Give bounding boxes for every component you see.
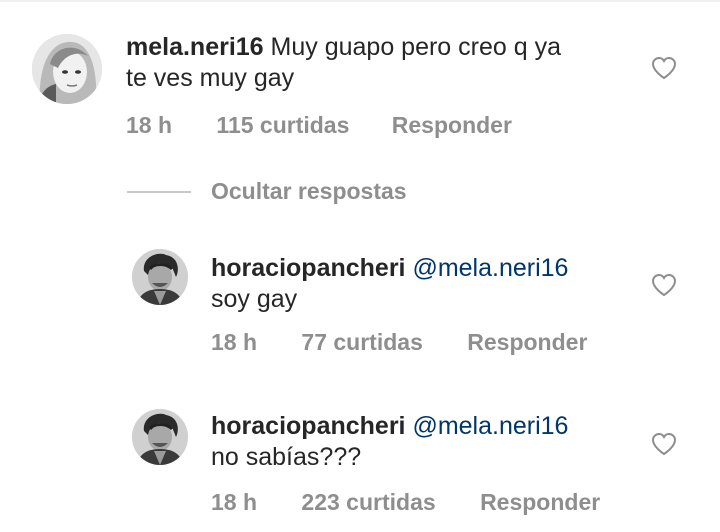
avatar[interactable] [132,249,188,305]
heart-outline-icon[interactable] [651,56,677,80]
comment-meta: 18 h 115 curtidas Responder [126,112,512,139]
reply-meta: 18 h 77 curtidas Responder [211,329,587,356]
reply-username[interactable]: horaciopancheri [211,254,406,282]
heart-outline-icon[interactable] [651,432,677,456]
reply-item: horaciopancheri @mela.neri16 no sabías??… [0,390,720,532]
comment-likes-link[interactable]: 115 curtidas [216,112,349,139]
mention-link[interactable]: @mela.neri16 [412,254,568,282]
reply-body: soy gay [211,285,298,313]
reply-button[interactable]: Responder [480,489,600,516]
reply-time: 18 h [211,489,258,515]
man-avatar-image [132,249,188,305]
comment-item: mela.neri16 Muy guapo pero creo q ya te … [0,0,720,160]
avatar[interactable] [132,409,188,465]
woman-avatar-image [32,34,102,104]
reply-username[interactable]: horaciopancheri [211,412,406,440]
reply-meta: 18 h 223 curtidas Responder [211,489,600,516]
hide-replies-button[interactable]: Ocultar respostas [211,178,407,205]
comment-username[interactable]: mela.neri16 [126,33,264,61]
reply-time: 18 h [211,329,258,355]
reply-likes-link[interactable]: 223 curtidas [301,489,435,516]
reply-text: horaciopancheri @mela.neri16 no sabías??… [211,411,631,473]
reply-button[interactable]: Responder [467,329,587,356]
comment-body: Muy guapo pero creo q ya [263,33,561,61]
comment-body-line2: te ves muy gay [126,64,295,92]
comment-text: mela.neri16 Muy guapo pero creo q ya te … [126,32,626,94]
reply-body: no sabías??? [211,443,362,471]
reply-item: horaciopancheri @mela.neri16 soy gay 18 … [0,230,720,370]
reply-likes-link[interactable]: 77 curtidas [301,329,422,356]
heart-outline-icon[interactable] [651,273,677,297]
reply-text: horaciopancheri @mela.neri16 soy gay [211,253,631,315]
avatar[interactable] [32,34,102,104]
mention-link[interactable]: @mela.neri16 [412,412,568,440]
reply-button[interactable]: Responder [392,112,512,139]
hide-replies-divider [127,191,191,193]
man-avatar-image [132,409,188,465]
comment-time: 18 h [126,112,173,138]
